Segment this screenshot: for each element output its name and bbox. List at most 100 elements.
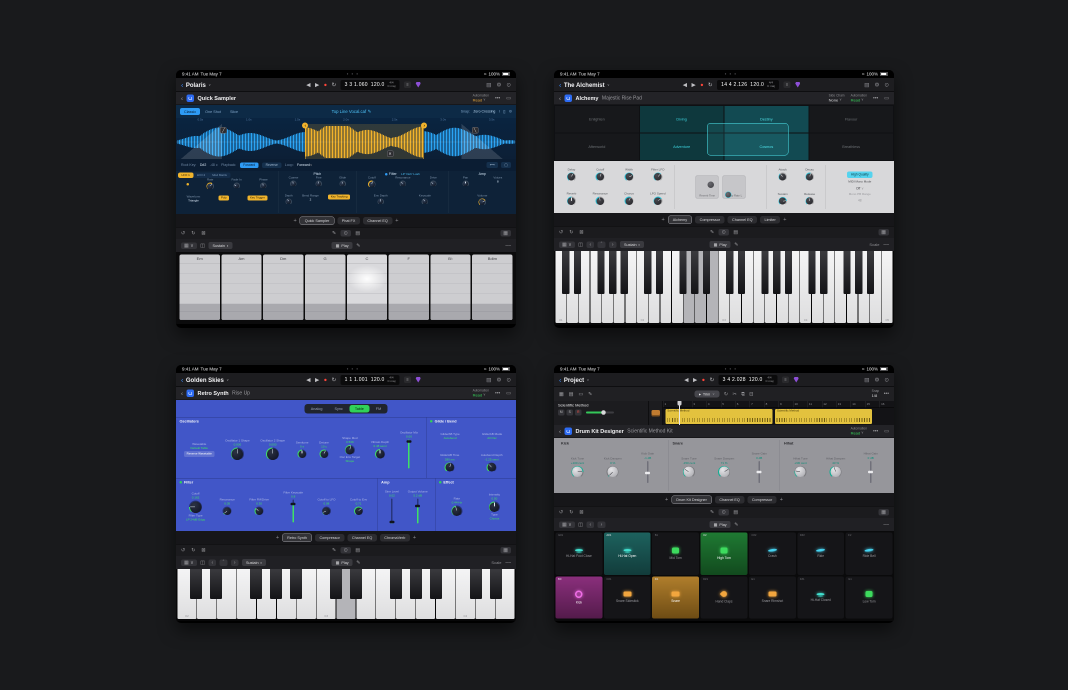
volume-slider[interactable] xyxy=(586,412,614,414)
key-trigger-button[interactable]: Key Trigger xyxy=(248,195,268,200)
split-keyboard-icon[interactable]: ◫ xyxy=(200,243,205,249)
collapse-icon[interactable]: ▭ xyxy=(884,95,889,101)
count-in-icon[interactable]: ≡ xyxy=(404,377,411,384)
flex-icon[interactable]: ⟷ xyxy=(486,162,498,168)
sustain-knob[interactable]: Sustain xyxy=(778,193,788,206)
back-chevron[interactable]: ‹ xyxy=(181,390,183,397)
more-circle-icon[interactable]: ⊙ xyxy=(884,377,889,384)
knob-ring[interactable] xyxy=(830,466,842,478)
cutoff-knob[interactable]: Cutoff xyxy=(368,177,376,189)
loop-value[interactable]: Forward∨ xyxy=(297,163,312,167)
chord-row[interactable] xyxy=(430,264,470,274)
rate-knob[interactable]: Rate0.44 Hz xyxy=(451,497,462,516)
glide-type-select[interactable]: Glide/AB TypeAutobend xyxy=(441,433,460,440)
wavetable-select[interactable]: WavetableDefault TableReverse Wavetable xyxy=(184,443,214,457)
minimize-icon[interactable]: ‒‒ xyxy=(883,242,889,248)
slider-thumb[interactable] xyxy=(291,503,296,506)
chain-plugin[interactable]: Alchemy xyxy=(668,215,692,224)
cycle-icon[interactable]: ↻ xyxy=(332,377,337,384)
oscillator-2-shape-knob[interactable]: Oscillator 2 Shape0.000 xyxy=(260,439,285,460)
count-in-icon[interactable]: ≡ xyxy=(404,82,411,89)
piano-black-key[interactable] xyxy=(691,251,698,294)
chord-row-low[interactable] xyxy=(347,304,387,312)
output-volume-slider[interactable]: Output Volume5.2 dB xyxy=(408,490,428,523)
synth-tab[interactable]: Sync xyxy=(329,405,348,413)
keyboard-icon[interactable]: ▦ xyxy=(878,229,889,236)
glide-knob[interactable]: Glide xyxy=(339,177,346,188)
oscillator-mix-slider[interactable]: Oscillator Mix0.00 xyxy=(400,431,418,468)
piano-black-key[interactable] xyxy=(470,569,482,599)
glide-power-led[interactable] xyxy=(430,420,433,423)
add-plugin-button[interactable]: + xyxy=(413,535,416,541)
undo-icon[interactable]: ↺ xyxy=(559,510,563,516)
gear-icon[interactable]: ⚙ xyxy=(509,110,512,114)
snap-control[interactable]: Snap1/8 xyxy=(872,390,880,399)
pencil-icon[interactable]: ✎ xyxy=(356,243,360,249)
anchor-marker[interactable]: ✕ xyxy=(387,151,394,158)
knob-ring[interactable] xyxy=(451,506,462,517)
piano-black-key[interactable] xyxy=(330,569,342,599)
knob-ring[interactable] xyxy=(422,198,429,205)
chord-row[interactable] xyxy=(263,274,303,284)
piano-black-key[interactable] xyxy=(210,569,222,599)
undo-icon[interactable]: ↺ xyxy=(181,231,185,237)
chain-plugin[interactable]: Compressor xyxy=(695,216,724,224)
knob-ring[interactable] xyxy=(430,181,437,188)
drum-pad[interactable]: E1Snare Rimshot xyxy=(749,576,796,618)
octave-right-button[interactable]: › xyxy=(609,241,617,248)
cutoff-to-lfo-knob[interactable]: Cutoff to LFO0.08 xyxy=(317,498,335,515)
cycle-icon[interactable]: ↻ xyxy=(332,82,337,89)
back-chevron[interactable]: ‹ xyxy=(181,95,183,102)
filter-fm-drive-knob[interactable]: Filter FM/Drive0.30 xyxy=(249,498,269,515)
settings-icon[interactable]: ⚙ xyxy=(496,377,501,384)
piano-black-key[interactable] xyxy=(562,251,569,294)
filter-keyscale-slider[interactable]: Filter Keyscale0.8 xyxy=(283,491,303,522)
slider-track[interactable] xyxy=(417,499,419,524)
reverse-wavetable-button[interactable]: Reverse Wavetable xyxy=(184,451,214,457)
plectrum-icon[interactable] xyxy=(416,82,421,88)
fade-handle[interactable]: ╲ xyxy=(472,127,479,134)
record-icon[interactable]: ● xyxy=(702,377,705,383)
add-plugin-button[interactable]: + xyxy=(783,217,786,223)
effect-type-value[interactable]: Chorus xyxy=(490,517,500,520)
mixer-icon[interactable]: ▤ xyxy=(864,82,869,89)
chord-row[interactable] xyxy=(389,264,429,274)
knob-ring[interactable] xyxy=(445,462,455,472)
knob-ring[interactable] xyxy=(596,172,605,181)
filter-type-value[interactable]: LP 24dB Edgy xyxy=(186,518,205,521)
ibeam-icon[interactable]: Ⅰ xyxy=(499,110,500,114)
knob-ring[interactable] xyxy=(255,507,264,516)
env-depth-knob[interactable]: Env Depth xyxy=(374,194,388,205)
chord-strip[interactable]: C xyxy=(347,255,387,321)
knob-ring[interactable] xyxy=(223,507,232,516)
mute-button[interactable]: M xyxy=(558,410,565,416)
pencil-icon[interactable]: ✎ xyxy=(710,230,714,236)
lfo-power-led[interactable] xyxy=(186,183,189,186)
split-tool-icon[interactable]: ✂ xyxy=(733,391,737,397)
slider-thumb[interactable] xyxy=(868,471,873,474)
delete-icon[interactable]: ⊠ xyxy=(579,510,583,516)
power-toggle-icon[interactable]: ⊙ xyxy=(719,229,729,236)
piano-black-key[interactable] xyxy=(679,251,686,294)
key-tracking-button[interactable]: Key Tracking xyxy=(328,194,350,199)
env-target-value[interactable]: Shape xyxy=(346,460,355,463)
rate-knob[interactable]: Rate xyxy=(206,179,214,191)
chord-strip[interactable]: G xyxy=(305,255,345,321)
add-plugin-button[interactable]: + xyxy=(293,218,296,224)
settings-icon[interactable]: ⚙ xyxy=(496,82,501,89)
transform-selection[interactable] xyxy=(707,123,789,155)
chain-plugin[interactable]: Retro Synth xyxy=(282,533,312,542)
knob-ring[interactable] xyxy=(653,172,662,181)
chord-row[interactable] xyxy=(472,294,512,304)
knob-ring[interactable] xyxy=(375,449,385,459)
play-icon[interactable]: ▶ xyxy=(315,82,319,89)
rewind-icon[interactable]: ◀ xyxy=(306,82,310,89)
waveform-select[interactable]: WaveformTriangle xyxy=(187,195,201,202)
chain-plugin[interactable]: Compressor xyxy=(315,534,344,542)
knob-ring[interactable] xyxy=(345,445,355,455)
snare-dampen-knob[interactable]: Snare Dampen71 % xyxy=(714,458,734,478)
chord-row[interactable] xyxy=(389,284,429,294)
mode-tab[interactable]: Classic xyxy=(180,108,200,115)
knob-ring[interactable] xyxy=(400,181,407,188)
chord-row[interactable] xyxy=(430,284,470,294)
